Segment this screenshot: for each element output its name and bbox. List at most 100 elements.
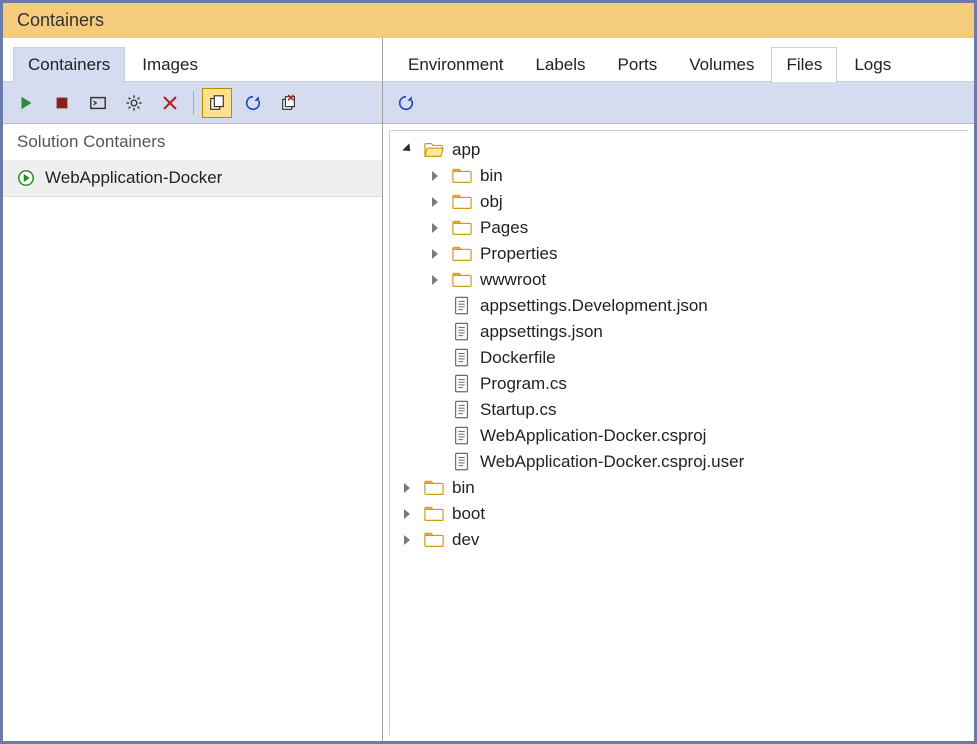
tree-folder[interactable]: Pages bbox=[428, 215, 968, 241]
refresh-icon bbox=[397, 94, 415, 112]
right-tab-files[interactable]: Files bbox=[771, 47, 837, 82]
tree-folder[interactable]: bin bbox=[428, 163, 968, 189]
file-icon bbox=[452, 426, 472, 446]
file-tree: appbinobjPagesPropertieswwwrootappsettin… bbox=[390, 137, 968, 553]
tree-file[interactable]: Program.cs bbox=[428, 371, 968, 397]
left-tab-containers[interactable]: Containers bbox=[13, 47, 125, 82]
tab-label: Environment bbox=[408, 55, 503, 74]
file-tree-wrap: appbinobjPagesPropertieswwwrootappsettin… bbox=[389, 130, 968, 735]
section-label: Solution Containers bbox=[3, 124, 382, 160]
right-panel: Environment Labels Ports Volumes Files Logs a… bbox=[383, 38, 974, 741]
title-bar: Containers bbox=[3, 3, 974, 38]
tree-file[interactable]: WebApplication-Docker.csproj.user bbox=[428, 449, 968, 475]
tree-node-label: WebApplication-Docker.csproj.user bbox=[480, 452, 744, 472]
tree-folder[interactable]: bin bbox=[400, 475, 968, 501]
chevron-right-icon[interactable] bbox=[404, 534, 416, 546]
tree-node-label: Pages bbox=[480, 218, 528, 238]
chevron-right-icon[interactable] bbox=[432, 248, 444, 260]
chevron-right-icon[interactable] bbox=[432, 196, 444, 208]
folder-closed-icon bbox=[452, 166, 472, 186]
folder-open-icon bbox=[424, 140, 444, 160]
tree-node-label: Startup.cs bbox=[480, 400, 557, 420]
tree-node-label: boot bbox=[452, 504, 485, 524]
container-list: WebApplication-Docker bbox=[3, 160, 382, 197]
tree-file[interactable]: Startup.cs bbox=[428, 397, 968, 423]
chevron-right-icon[interactable] bbox=[432, 274, 444, 286]
tree-folder[interactable]: wwwroot bbox=[428, 267, 968, 293]
tree-node-label: bin bbox=[480, 166, 503, 186]
folder-closed-icon bbox=[424, 504, 444, 524]
delete-icon bbox=[161, 94, 179, 112]
play-icon bbox=[17, 94, 35, 112]
tree-file[interactable]: WebApplication-Docker.csproj bbox=[428, 423, 968, 449]
folder-closed-icon bbox=[424, 530, 444, 550]
gear-button[interactable] bbox=[119, 88, 149, 118]
tab-label: Containers bbox=[28, 55, 110, 74]
play-button[interactable] bbox=[11, 88, 41, 118]
right-tab-ports[interactable]: Ports bbox=[603, 47, 673, 82]
terminal-button[interactable] bbox=[83, 88, 113, 118]
chevron-right-icon[interactable] bbox=[404, 508, 416, 520]
tree-node-label: Program.cs bbox=[480, 374, 567, 394]
folder-closed-icon bbox=[424, 478, 444, 498]
file-icon bbox=[452, 400, 472, 420]
right-tab-logs[interactable]: Logs bbox=[839, 47, 906, 82]
close-multi-icon bbox=[280, 94, 298, 112]
window-title: Containers bbox=[17, 10, 104, 30]
tree-folder[interactable]: dev bbox=[400, 527, 968, 553]
tree-folder[interactable]: Properties bbox=[428, 241, 968, 267]
refresh-icon bbox=[244, 94, 262, 112]
delete-button[interactable] bbox=[155, 88, 185, 118]
tree-node-label: appsettings.Development.json bbox=[480, 296, 708, 316]
left-tab-images[interactable]: Images bbox=[127, 47, 213, 82]
file-icon bbox=[452, 322, 472, 342]
folder-closed-icon bbox=[452, 244, 472, 264]
tree-node-label: Properties bbox=[480, 244, 557, 264]
file-icon bbox=[452, 296, 472, 316]
tree-node-label: dev bbox=[452, 530, 479, 550]
chevron-right-icon[interactable] bbox=[432, 170, 444, 182]
left-panel: Containers Images Solution Containers Web… bbox=[3, 38, 383, 741]
tree-node-label: app bbox=[452, 140, 480, 160]
status-running-icon bbox=[17, 169, 35, 187]
tree-file[interactable]: Dockerfile bbox=[428, 345, 968, 371]
chevron-down-icon[interactable] bbox=[404, 144, 416, 156]
chevron-right-icon[interactable] bbox=[432, 222, 444, 234]
tree-node-label: obj bbox=[480, 192, 503, 212]
tab-label: Images bbox=[142, 55, 198, 74]
tree-node-label: Dockerfile bbox=[480, 348, 556, 368]
file-icon bbox=[452, 374, 472, 394]
tab-label: Logs bbox=[854, 55, 891, 74]
folder-closed-icon bbox=[452, 192, 472, 212]
left-toolbar bbox=[3, 82, 382, 124]
stop-button[interactable] bbox=[47, 88, 77, 118]
right-tab-labels[interactable]: Labels bbox=[520, 47, 600, 82]
tree-file[interactable]: appsettings.Development.json bbox=[428, 293, 968, 319]
copy-icon bbox=[208, 94, 226, 112]
tab-label: Ports bbox=[618, 55, 658, 74]
tree-node-label: bin bbox=[452, 478, 475, 498]
stop-icon bbox=[53, 94, 71, 112]
right-tab-environment[interactable]: Environment bbox=[393, 47, 518, 82]
file-icon bbox=[452, 348, 472, 368]
refresh-button[interactable] bbox=[238, 88, 268, 118]
tree-folder[interactable]: obj bbox=[428, 189, 968, 215]
tree-node-label: WebApplication-Docker.csproj bbox=[480, 426, 706, 446]
chevron-right-icon[interactable] bbox=[404, 482, 416, 494]
tree-node-label: appsettings.json bbox=[480, 322, 603, 342]
refresh-button[interactable] bbox=[391, 88, 421, 118]
gear-icon bbox=[125, 94, 143, 112]
container-item[interactable]: WebApplication-Docker bbox=[3, 160, 382, 197]
terminal-icon bbox=[89, 94, 107, 112]
tree-file[interactable]: appsettings.json bbox=[428, 319, 968, 345]
right-tabstrip: Environment Labels Ports Volumes Files Logs bbox=[383, 38, 974, 82]
tab-label: Labels bbox=[535, 55, 585, 74]
tree-folder[interactable]: app bbox=[400, 137, 968, 163]
close-multi-button[interactable] bbox=[274, 88, 304, 118]
tree-folder[interactable]: boot bbox=[400, 501, 968, 527]
copy-button[interactable] bbox=[202, 88, 232, 118]
file-icon bbox=[452, 452, 472, 472]
right-tab-volumes[interactable]: Volumes bbox=[674, 47, 769, 82]
left-tabstrip: Containers Images bbox=[3, 38, 382, 82]
tab-label: Files bbox=[786, 55, 822, 74]
